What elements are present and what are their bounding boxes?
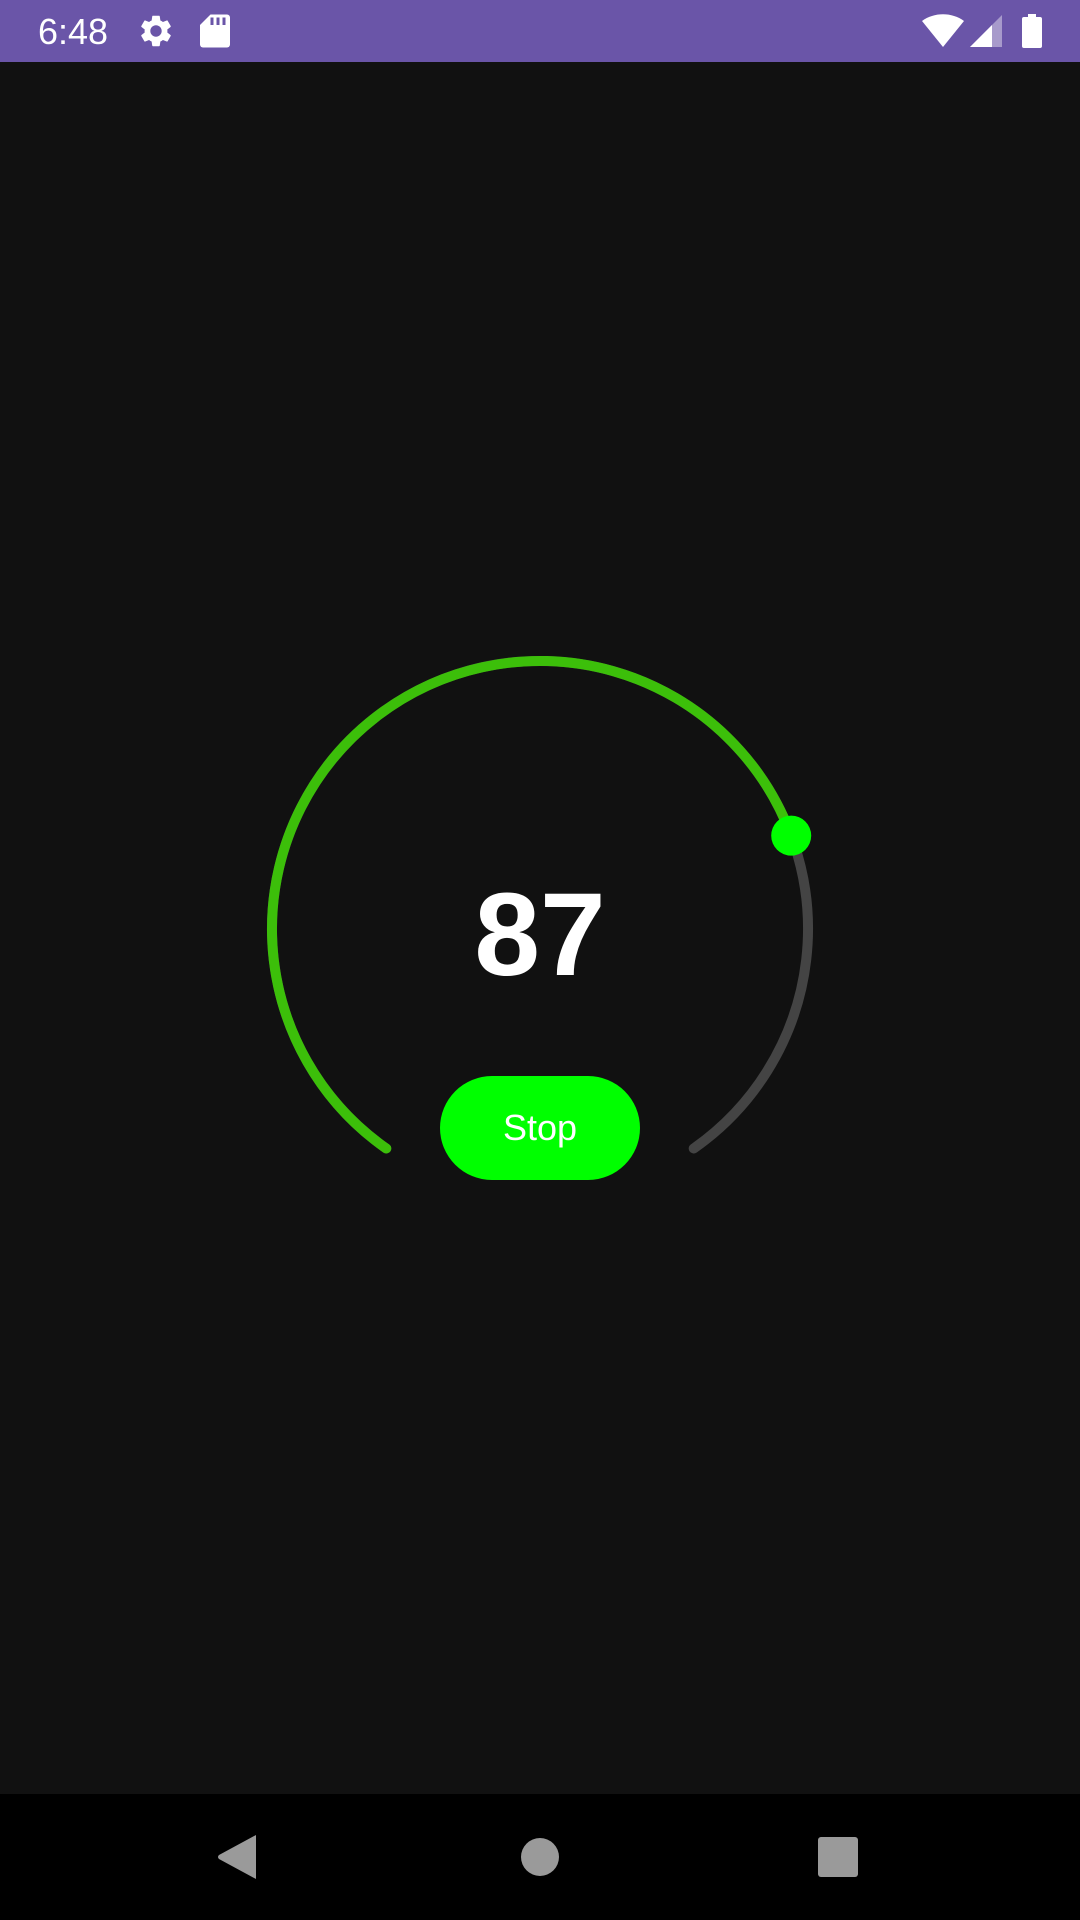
wifi-icon xyxy=(922,0,964,62)
back-button[interactable] xyxy=(178,1794,298,1920)
app-screen: 6:48 87 Stop xyxy=(0,0,1080,1920)
home-icon xyxy=(521,1838,559,1876)
status-time: 6:48 xyxy=(38,11,109,52)
gauge-value: 87 xyxy=(474,869,606,1001)
status-bar: 6:48 xyxy=(0,0,1080,62)
sd-card-icon xyxy=(200,0,230,62)
recents-button[interactable] xyxy=(778,1794,898,1920)
gauge: 87 xyxy=(0,62,1080,1794)
settings-icon xyxy=(137,0,175,62)
gauge-thumb-handle[interactable] xyxy=(771,815,812,856)
battery-icon xyxy=(1022,0,1042,62)
recents-icon xyxy=(818,1837,858,1877)
stop-button[interactable]: Stop xyxy=(440,1076,640,1180)
navigation-bar xyxy=(0,1794,1080,1920)
main-content: 87 Stop xyxy=(0,62,1080,1794)
back-icon xyxy=(218,1835,256,1879)
home-button[interactable] xyxy=(480,1794,600,1920)
cellular-signal-icon xyxy=(970,0,1002,62)
